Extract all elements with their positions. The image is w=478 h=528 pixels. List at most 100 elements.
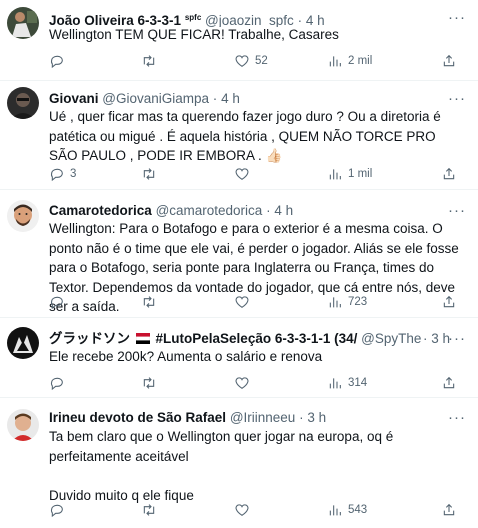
views-button[interactable]: 314 [327, 374, 367, 392]
display-name[interactable]: Giovani [49, 91, 99, 106]
tweet-header: Camarotedorica @camarotedorica · 4 h [49, 202, 450, 220]
views-button[interactable]: 2 mil [327, 52, 372, 70]
retweet-button[interactable] [141, 501, 162, 519]
like-button[interactable] [234, 374, 255, 392]
tweet-text: Ta bem claro que o Wellington quer jogar… [49, 429, 394, 503]
reply-button[interactable]: 3 [49, 165, 76, 183]
retweet-icon [143, 377, 155, 389]
tweet-actions: 723 [49, 293, 462, 311]
share-button[interactable] [441, 293, 457, 311]
views-button[interactable]: 1 mil [327, 165, 372, 183]
tweet-actions: 52 2 mil [49, 52, 462, 70]
views-icon [329, 56, 341, 67]
view-count: 1 mil [348, 168, 373, 180]
view-count: 314 [348, 377, 368, 389]
name-suffix: spfc [184, 13, 202, 22]
share-icon [443, 167, 455, 180]
reply-icon [50, 296, 63, 310]
share-icon [443, 295, 455, 308]
like-count: 52 [255, 55, 268, 67]
tweet[interactable]: Irineu devoto de São Rafael @Iriinneeu ·… [0, 398, 478, 528]
tweet-text: Wellington TEM QUE FICAR! Trabalhe, Casa… [49, 27, 339, 42]
timestamp[interactable]: 4 h [274, 203, 293, 218]
more-options-icon[interactable]: ··· [448, 90, 466, 108]
like-button[interactable] [234, 165, 255, 183]
share-icon [443, 54, 455, 67]
tweet[interactable]: João Oliveira 6-3-3-1 spfc @joaozin_spfc… [0, 0, 478, 81]
tweet-actions: 314 [49, 374, 462, 392]
like-button[interactable] [234, 501, 255, 519]
heart-icon [235, 168, 249, 180]
views-icon [329, 297, 341, 308]
reply-icon [50, 504, 63, 518]
timestamp[interactable]: 3 h [307, 410, 326, 425]
reply-icon [50, 55, 63, 69]
like-button[interactable]: 52 [234, 52, 268, 70]
timestamp-wrap: · 3 h [420, 330, 450, 348]
tweet[interactable]: グラッドソン #LutoPelaSeleção 6-3-3-1-1 (34/ @… [0, 318, 478, 398]
handle[interactable]: @GiovaniGiampa [102, 91, 209, 106]
retweet-icon [143, 504, 155, 516]
view-count: 723 [348, 296, 368, 308]
dot-separator: · [212, 91, 218, 106]
reply-button[interactable] [49, 52, 70, 70]
timeline: João Oliveira 6-3-3-1 spfc @joaozin_spfc… [0, 0, 478, 528]
tweet-actions: 543 [49, 501, 462, 519]
retweet-icon [143, 55, 155, 67]
handle[interactable]: @Iriinneeu [230, 410, 296, 425]
more-options-icon[interactable]: ··· [448, 202, 466, 220]
display-name[interactable]: Camarotedorica [49, 203, 152, 218]
tweet-text: Ele recebe 200k? Aumenta o salário e ren… [49, 349, 323, 364]
reply-button[interactable] [49, 374, 70, 392]
avatar[interactable] [7, 409, 39, 441]
retweet-button[interactable] [141, 374, 162, 392]
name-hashtag[interactable]: #LutoPelaSeleção 6-3-3-1-1 (34/ [156, 331, 358, 346]
avatar[interactable] [7, 200, 39, 232]
share-button[interactable] [441, 374, 457, 392]
avatar[interactable] [7, 7, 39, 39]
dot-separator: · [422, 331, 428, 346]
reply-icon [50, 168, 63, 182]
tweet[interactable]: Camarotedorica @camarotedorica · 4 h ···… [0, 190, 478, 318]
retweet-button[interactable] [141, 165, 162, 183]
reply-button[interactable] [49, 293, 70, 311]
share-button[interactable] [441, 52, 457, 70]
like-button[interactable] [234, 293, 255, 311]
view-count: 2 mil [348, 55, 373, 67]
share-button[interactable] [441, 165, 457, 183]
reply-count: 3 [70, 168, 77, 180]
reply-button[interactable] [49, 501, 70, 519]
tweet-header: Irineu devoto de São Rafael @Iriinneeu ·… [49, 409, 450, 427]
reply-icon [50, 377, 63, 391]
retweet-button[interactable] [141, 52, 162, 70]
tweet-text: Ué , quer ficar mas ta querendo fazer jo… [49, 109, 445, 163]
views-button[interactable]: 543 [327, 501, 367, 519]
avatar[interactable] [7, 327, 39, 359]
heart-icon [235, 296, 249, 308]
views-icon [329, 505, 341, 516]
view-count: 543 [348, 504, 368, 516]
retweet-icon [143, 296, 155, 308]
share-button[interactable] [441, 501, 457, 519]
dot-separator: · [299, 410, 304, 425]
more-options-icon[interactable]: ··· [448, 330, 466, 348]
tweet-header: Giovani @GiovaniGiampa · 4 h [49, 90, 450, 108]
views-button[interactable]: 723 [327, 293, 367, 311]
share-icon [443, 503, 455, 516]
retweet-icon [143, 168, 155, 180]
dot-separator: · [266, 203, 271, 218]
tweet-header: グラッドソン #LutoPelaSeleção 6-3-3-1-1 (34/ @… [49, 330, 450, 348]
views-icon [329, 378, 341, 389]
more-options-icon[interactable]: ··· [448, 409, 466, 427]
retweet-button[interactable] [141, 293, 162, 311]
display-name[interactable]: Irineu devoto de São Rafael [49, 410, 226, 425]
share-icon [443, 376, 455, 389]
handle[interactable]: @camarotedorica [156, 203, 263, 218]
avatar[interactable] [7, 87, 39, 119]
flag-icon [135, 333, 150, 344]
display-name[interactable]: グラッドソン [49, 331, 130, 346]
tweet-actions: 3 1 mil [49, 165, 462, 183]
views-icon [329, 169, 341, 180]
tweet[interactable]: Giovani @GiovaniGiampa · 4 h ··· Ué , qu… [0, 81, 478, 190]
timestamp[interactable]: 4 h [221, 91, 240, 106]
